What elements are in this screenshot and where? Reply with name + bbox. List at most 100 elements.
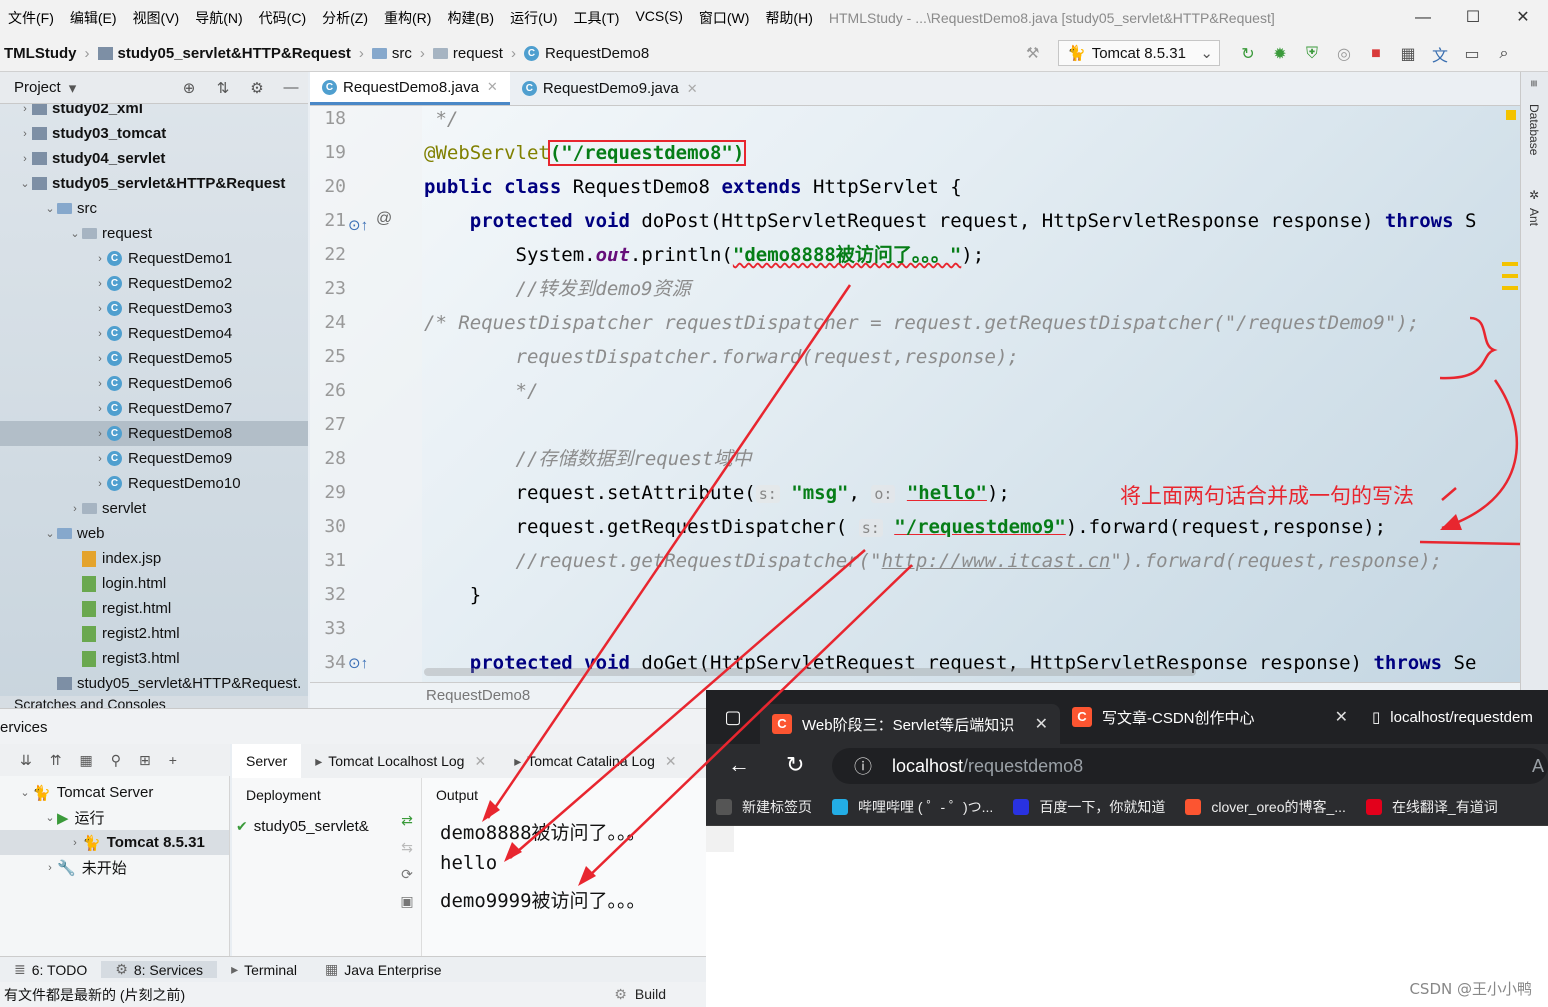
expand-arrow-icon[interactable]: › [93,353,107,365]
expand-arrow-icon[interactable]: ⌄ [43,811,57,824]
menu-item[interactable]: 编辑(E) [62,8,125,28]
translate-icon[interactable]: 文 [1424,42,1456,66]
collapse-all-icon[interactable]: ⇅ [206,79,240,97]
close-icon[interactable]: ✕ [487,79,498,95]
expand-arrow-icon[interactable]: › [93,303,107,315]
tree-item[interactable]: study05_servlet&HTTP&Request. [0,671,308,696]
menu-item[interactable]: 工具(T) [566,8,628,28]
tree-item[interactable]: ⌄ src [0,196,308,221]
expand-arrow-icon[interactable]: › [18,104,32,115]
tree-item[interactable]: › C RequestDemo3 [0,296,308,321]
ant-tab[interactable]: Ant [1527,208,1541,226]
tree-item[interactable]: › C RequestDemo4 [0,321,308,346]
close-icon[interactable]: ✕ [1335,707,1348,727]
favorite-item[interactable]: 在线翻译_有道词 [1356,797,1508,817]
tree-item[interactable]: regist3.html [0,646,308,671]
run-config-select[interactable]: 🐈 Tomcat 8.5.31 ⌄ [1058,40,1220,66]
tree-item[interactable]: › C RequestDemo5 [0,346,308,371]
profile-icon[interactable]: ◎ [1328,44,1360,64]
browser-tab[interactable]: C 写文章-CSDN创作中心 ✕ [1060,697,1360,737]
menu-item[interactable]: 帮助(H) [757,8,820,28]
tree-item[interactable]: › study02_xml [0,104,308,121]
tree-item[interactable]: ⌄ study05_servlet&HTTP&Request [0,171,308,196]
services-tab[interactable]: ▸ Tomcat Localhost Log ✕ [301,744,500,778]
expand-arrow-icon[interactable]: › [68,503,82,515]
refresh-icon[interactable]: ⟳ [401,866,413,883]
breadcrumb-src[interactable]: src [368,45,416,62]
debug-icon[interactable]: ✹ [1264,44,1296,64]
tool-window-tab[interactable]: ▦ Java Enterprise [311,961,456,978]
layout-icon[interactable]: ▭ [1456,44,1488,64]
editor-tab[interactable]: C RequestDemo9.java ✕ [510,72,710,105]
service-item[interactable]: › 🔧 未开始 [0,855,229,880]
service-item[interactable]: ⌄ ▶ 运行 [0,805,229,830]
url-input[interactable]: ⓘ localhost/requestdemo8 A [832,748,1548,784]
override-icon[interactable]: ⊙↑ [348,654,368,672]
expand-all-icon[interactable]: ⇊ [20,752,32,769]
hide-icon[interactable]: — [274,79,308,97]
expand-arrow-icon[interactable]: › [93,428,107,440]
back-icon[interactable]: ← [728,752,750,778]
expand-arrow-icon[interactable]: ⌄ [18,786,32,799]
coverage-icon[interactable]: ⛨ [1296,45,1328,63]
collapse-all-icon[interactable]: ⇈ [50,752,62,769]
tree-item[interactable]: regist.html [0,596,308,621]
expand-arrow-icon[interactable]: ⌄ [18,177,32,190]
expand-arrow-icon[interactable]: › [93,278,107,290]
close-icon[interactable]: ✕ [474,753,486,770]
menu-item[interactable]: 重构(R) [376,8,439,28]
project-structure-icon[interactable]: ▦ [1392,44,1424,64]
menu-item[interactable]: 视图(V) [125,8,188,28]
new-tab-icon[interactable]: ⊞ [139,752,151,769]
tree-item[interactable]: › C RequestDemo8 [0,421,308,446]
expand-arrow-icon[interactable]: › [43,862,57,874]
expand-arrow-icon[interactable]: › [93,378,107,390]
build-tab[interactable]: ⚙ Build [614,986,666,1003]
close-icon[interactable]: ✕ [687,81,698,97]
tree-item[interactable]: › C RequestDemo2 [0,271,308,296]
expand-arrow-icon[interactable]: › [68,837,82,849]
tree-item[interactable]: regist2.html [0,621,308,646]
database-tab[interactable]: Database [1527,104,1541,155]
tree-item[interactable]: › C RequestDemo9 [0,446,308,471]
stop-icon[interactable]: ■ [1360,45,1392,63]
menu-item[interactable]: 分析(Z) [314,8,376,28]
search-icon[interactable]: ⌕ [1488,45,1520,63]
horizontal-scrollbar[interactable] [424,668,1196,676]
close-icon[interactable]: ✕ [1035,714,1048,734]
ant-icon[interactable]: ✲ [1527,188,1541,202]
favorite-item[interactable]: 百度一下，你就知道 [1003,797,1175,817]
close-icon[interactable]: ✕ [1498,0,1548,36]
expand-arrow-icon[interactable]: ⌄ [43,202,57,215]
override-icon[interactable]: ⊙↑ [348,216,368,234]
menu-item[interactable]: VCS(S) [627,8,690,28]
services-tab[interactable]: ▸ Tomcat Catalina Log ✕ [500,744,690,778]
artifact-icon[interactable]: ▣ [400,893,413,910]
chevron-down-icon[interactable]: ▾ [69,79,77,97]
locate-icon[interactable]: ⊕ [172,79,206,97]
tree-item[interactable]: ⌄ web [0,521,308,546]
menu-item[interactable]: 窗口(W) [691,8,758,28]
menu-item[interactable]: 代码(C) [251,8,314,28]
close-icon[interactable]: ✕ [665,753,677,770]
expand-arrow-icon[interactable]: › [93,453,107,465]
project-panel-title[interactable]: Project [14,79,61,96]
tree-item[interactable]: › study04_servlet [0,146,308,171]
tree-item[interactable]: › study03_tomcat [0,121,308,146]
browser-tab[interactable]: ▯ localhost/requestdem [1360,697,1546,737]
services-tab[interactable]: Server [232,744,302,778]
expand-arrow-icon[interactable]: › [93,403,107,415]
read-aloud-icon[interactable]: A [1532,756,1544,777]
tree-item[interactable]: index.jsp [0,546,308,571]
menu-item[interactable]: 构建(B) [439,8,502,28]
rerun-icon[interactable]: ↻ [1232,44,1264,64]
tree-item[interactable]: › servlet [0,496,308,521]
expand-arrow-icon[interactable]: › [93,328,107,340]
favorite-item[interactable]: 新建标签页 [706,797,822,817]
deployment-item[interactable]: ✔ study05_servlet& [236,818,369,835]
expand-arrow-icon[interactable]: › [93,478,107,490]
service-item[interactable]: › 🐈 Tomcat 8.5.31 [0,830,229,855]
deploy-icon[interactable]: ⇄ [401,812,413,829]
tree-item[interactable]: › C RequestDemo7 [0,396,308,421]
breadcrumb-module[interactable]: study05_servlet&HTTP&Request [94,45,355,62]
